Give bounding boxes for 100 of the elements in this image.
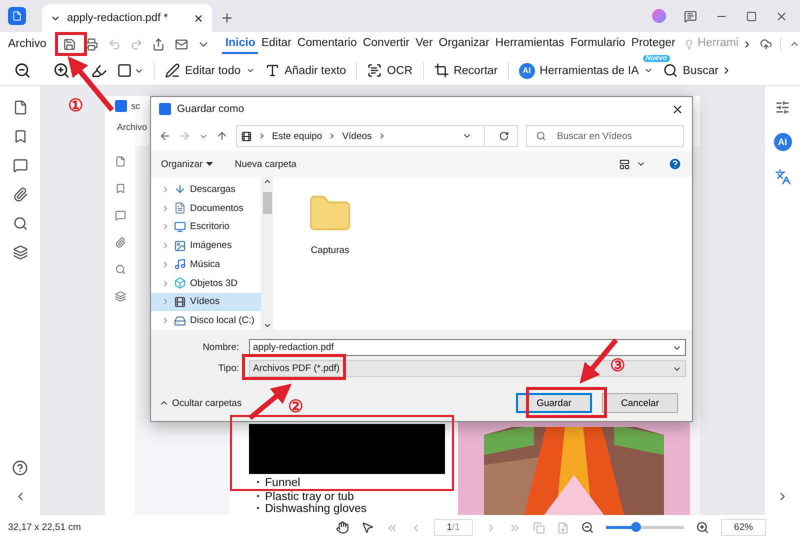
search-field[interactable]: Buscar en Vídeos xyxy=(526,125,684,147)
pointer-icon[interactable] xyxy=(360,521,374,534)
crop-icon xyxy=(434,63,449,78)
address-field[interactable]: Este equipo Vídeos xyxy=(236,125,518,147)
cube-icon xyxy=(174,277,186,290)
new-folder-button[interactable]: Nueva carpeta xyxy=(234,158,297,170)
menu-tab[interactable]: Proteger xyxy=(628,34,678,54)
step-number: ① xyxy=(68,97,83,114)
folder-nav-item[interactable]: Escritorio xyxy=(151,218,261,236)
scrollbar-thumb[interactable] xyxy=(262,192,272,214)
menu-tab[interactable]: Convertir xyxy=(360,34,413,54)
film-icon xyxy=(174,296,186,308)
menu-tab[interactable]: Inicio xyxy=(222,34,258,54)
organize-button[interactable]: Organizar xyxy=(161,158,213,170)
hand-icon[interactable] xyxy=(336,521,349,534)
zoom-field[interactable]: 62% xyxy=(720,519,766,536)
sliders-icon[interactable] xyxy=(775,100,790,115)
new-tab-icon[interactable] xyxy=(220,11,234,25)
translate-icon[interactable] xyxy=(774,169,790,185)
highlighter-icon[interactable] xyxy=(91,62,107,78)
text-box-icon xyxy=(264,63,280,78)
app-logo-icon xyxy=(159,103,171,115)
ai-icon: AI xyxy=(518,62,535,78)
message-icon[interactable] xyxy=(684,10,697,22)
separator-chevron-icon xyxy=(258,132,266,140)
toolbar-button[interactable]: Editar todo xyxy=(165,63,255,78)
breadcrumb[interactable]: Este equipo xyxy=(272,130,322,142)
zoom-out-icon[interactable] xyxy=(580,521,594,534)
zoom-out-icon[interactable] xyxy=(14,62,31,79)
back-icon[interactable] xyxy=(159,130,171,142)
caret-icon xyxy=(246,66,255,75)
bookmark-icon xyxy=(114,183,126,194)
scan-text-icon xyxy=(367,63,382,78)
layers-icon[interactable] xyxy=(12,245,28,260)
comment-icon xyxy=(114,210,126,221)
close-icon[interactable] xyxy=(671,102,684,116)
slider-thumb[interactable] xyxy=(630,522,641,532)
hide-folders-button[interactable]: Ocultar carpetas xyxy=(159,398,242,408)
refresh-icon[interactable] xyxy=(499,131,509,141)
breadcrumb[interactable]: Vídeos xyxy=(342,130,372,142)
app-logo-icon xyxy=(115,100,127,112)
bookmark-icon[interactable] xyxy=(12,129,28,144)
highlight-frame xyxy=(55,32,87,56)
search-icon[interactable] xyxy=(12,216,28,231)
tab-title: sc xyxy=(131,101,140,111)
field-label: Tipo: xyxy=(217,363,240,374)
caret-icon xyxy=(206,162,213,166)
scroll-down-icon[interactable] xyxy=(262,321,272,330)
zoom-in-icon[interactable] xyxy=(53,62,70,79)
cancel-button[interactable]: Cancelar xyxy=(602,393,678,413)
folder-nav-item[interactable]: Imágenes xyxy=(151,236,261,255)
save-button[interactable]: Guardar xyxy=(516,393,592,413)
toolbar-button[interactable]: OCR xyxy=(367,63,413,78)
dialog-title: Guardar como xyxy=(177,103,246,115)
menu-tab[interactable]: Formulario xyxy=(567,34,628,54)
caret-icon xyxy=(644,66,653,75)
up-icon[interactable] xyxy=(216,130,228,142)
page-number-field[interactable]: 1/1 xyxy=(434,519,473,536)
film-icon xyxy=(241,130,252,142)
zoom-in-icon[interactable] xyxy=(696,521,709,534)
rectangle-icon[interactable] xyxy=(117,63,132,78)
document-tab[interactable]: apply-redaction.pdf * xyxy=(42,4,212,32)
page-icon[interactable] xyxy=(12,100,28,115)
filename-field[interactable]: apply-redaction.pdf xyxy=(249,339,686,356)
drive-icon xyxy=(174,314,186,327)
folder-name: Capturas xyxy=(310,245,350,256)
menu-tab[interactable]: Editar xyxy=(258,34,294,54)
paperclip-icon[interactable] xyxy=(12,187,28,202)
layers-icon xyxy=(114,291,126,302)
download-icon xyxy=(174,183,186,196)
menu-tab[interactable]: Organizar xyxy=(436,34,492,54)
file-menu[interactable]: Archivo xyxy=(8,38,46,50)
ai-icon[interactable]: AI xyxy=(774,133,792,151)
help-icon[interactable] xyxy=(12,460,28,476)
folder-nav-item[interactable]: Música xyxy=(151,255,261,274)
folder-item[interactable]: Capturas xyxy=(307,191,353,256)
folder-nav-item[interactable]: Documentos xyxy=(151,198,261,218)
monitor-icon xyxy=(174,220,186,233)
menu-tab[interactable]: Herramientas xyxy=(492,34,568,54)
cloud-upload-icon[interactable] xyxy=(760,38,772,50)
close-tab-icon[interactable] xyxy=(193,12,204,24)
step-number: ② xyxy=(288,398,303,415)
folder-nav-item[interactable]: Vídeos xyxy=(151,292,261,312)
folder-nav-item[interactable]: Disco local (C:) xyxy=(151,311,261,330)
view-icon[interactable] xyxy=(619,158,630,170)
page-icon xyxy=(114,156,126,167)
page-size-text: 32,17 x 22,51 cm xyxy=(8,522,81,533)
menu-tab[interactable]: Ver xyxy=(412,34,436,54)
maximize-icon[interactable] xyxy=(746,10,757,22)
search-icon xyxy=(662,63,678,78)
avatar-icon[interactable] xyxy=(652,9,666,23)
pen-icon xyxy=(165,63,180,78)
close-icon[interactable] xyxy=(775,10,788,22)
menu-tab[interactable]: Comentario xyxy=(294,34,360,54)
toolbar-button[interactable]: Añadir texto xyxy=(264,63,346,78)
folder-nav-item[interactable]: Descargas xyxy=(151,180,261,199)
folder-nav-item[interactable]: Objetos 3D xyxy=(151,274,261,292)
comment-icon[interactable] xyxy=(12,158,28,173)
scroll-up-icon[interactable] xyxy=(262,177,272,186)
toolbar-button[interactable]: Recortar xyxy=(434,63,498,78)
